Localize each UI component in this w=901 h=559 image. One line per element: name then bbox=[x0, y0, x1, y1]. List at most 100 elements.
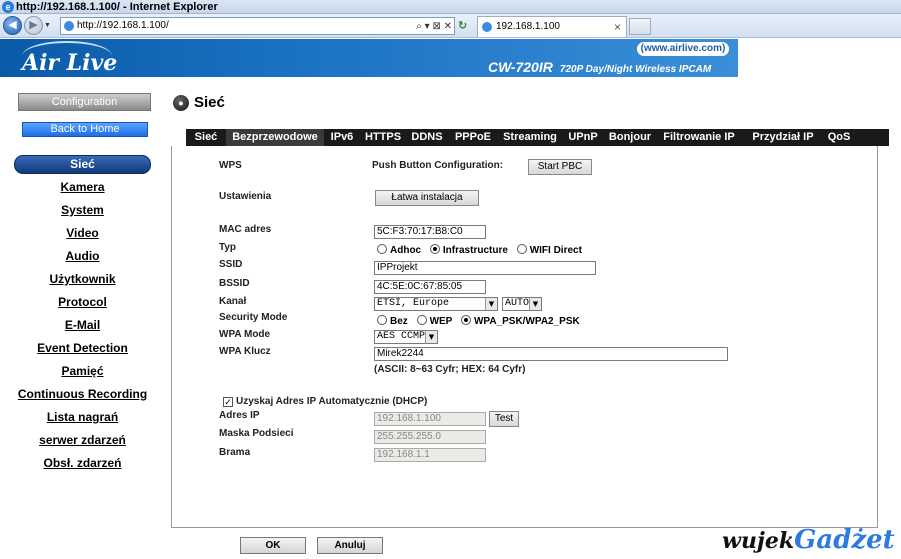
sidebar-item[interactable]: System bbox=[0, 203, 165, 217]
tab-item[interactable]: Bezprzewodowe bbox=[226, 129, 324, 146]
page-title: Sieć bbox=[194, 94, 225, 111]
tab-bar: Sieć Bezprzewodowe IPv6 HTTPS DDNS PPPoE Strea… bbox=[186, 129, 889, 146]
sidebar-item[interactable]: Lista nagrań bbox=[0, 410, 165, 424]
new-tab-button[interactable] bbox=[629, 18, 651, 35]
url-text: http://192.168.1.100/ bbox=[77, 20, 169, 31]
back-to-home-button[interactable]: Back to Home bbox=[22, 122, 148, 137]
airlive-logo: Air Live bbox=[22, 50, 118, 76]
tab-item[interactable]: IPv6 bbox=[324, 129, 360, 146]
airlive-banner: Air Live (www.airlive.com) CW-720IR 720P… bbox=[0, 39, 738, 77]
sidebar-item[interactable]: Event Detection bbox=[0, 341, 165, 355]
tab-item[interactable]: UPnP bbox=[562, 129, 604, 146]
channel-region-select[interactable]: ETSI, Europe ▼ bbox=[374, 297, 498, 311]
type-radio-adhoc[interactable] bbox=[377, 244, 387, 254]
tab-item[interactable]: HTTPS bbox=[360, 129, 406, 146]
sidebar-item[interactable]: Continuous Recording bbox=[0, 387, 165, 401]
watermark-logo: wujekGadżet bbox=[722, 525, 895, 555]
watermark-right: Gadżet bbox=[794, 525, 895, 555]
wpa-mode-label: WPA Mode bbox=[219, 329, 271, 340]
ssid-field[interactable]: IPProjekt bbox=[374, 261, 596, 275]
type-option-wifi-direct: WIFI Direct bbox=[529, 245, 582, 256]
back-nav-icon[interactable]: ◀ bbox=[3, 16, 22, 35]
sidebar-item[interactable]: Użytkownik bbox=[0, 272, 165, 286]
wpa-key-field[interactable]: Mirek2244 bbox=[374, 347, 728, 361]
browser-tab-title: 192.168.1.100 bbox=[496, 21, 560, 32]
bssid-label: BSSID bbox=[219, 278, 250, 289]
search-icon[interactable]: ⌕ ▾ ⊠ ✕ bbox=[416, 19, 452, 35]
security-option-wep: WEP bbox=[429, 316, 453, 327]
model-description: 720P Day/Night Wireless IPCAM bbox=[559, 64, 712, 75]
tab-item[interactable]: Sieć bbox=[186, 129, 226, 146]
subnet-mask-field[interactable]: 255.255.255.0 bbox=[374, 430, 486, 444]
wpa-key-label: WPA Klucz bbox=[219, 346, 271, 357]
security-radio-wpa[interactable] bbox=[460, 315, 471, 325]
address-bar: ◀ ▶ ▼ http://192.168.1.100/ ⌕ ▾ ⊠ ✕ ↻ 19… bbox=[0, 14, 901, 38]
sidebar-item[interactable]: Protocol bbox=[0, 295, 165, 309]
wpa-mode-select[interactable]: AES CCMP ▼ bbox=[374, 330, 438, 344]
channel-region-value: ETSI, Europe bbox=[377, 298, 450, 309]
tab-item[interactable]: DDNS bbox=[406, 129, 448, 146]
cancel-button[interactable]: Anuluj bbox=[317, 537, 383, 554]
gateway-label: Brama bbox=[219, 447, 251, 458]
type-radio-wifi-direct[interactable] bbox=[516, 244, 527, 254]
model-label: CW-720IR 720P Day/Night Wireless IPCAM bbox=[488, 59, 711, 75]
easy-setup-button[interactable]: Łatwa instalacja bbox=[375, 190, 479, 206]
test-button[interactable]: Test bbox=[489, 411, 519, 427]
ip-label: Adres IP bbox=[219, 410, 260, 421]
security-radio-none[interactable] bbox=[377, 315, 387, 325]
close-tab-icon[interactable]: × bbox=[614, 17, 621, 37]
dhcp-checkbox[interactable]: ✓ bbox=[223, 397, 233, 407]
model-name: CW-720IR bbox=[488, 59, 553, 75]
ip-field[interactable]: 192.168.1.100 bbox=[374, 412, 486, 426]
sidebar-item[interactable]: Pamięć bbox=[0, 364, 165, 378]
configuration-button[interactable]: Configuration bbox=[18, 93, 151, 111]
wps-label: WPS bbox=[219, 160, 242, 171]
browser-tab[interactable]: 192.168.1.100 × bbox=[477, 16, 627, 37]
bssid-field[interactable]: 4C:5E:0C:67:85:05 bbox=[374, 280, 486, 294]
tab-item[interactable]: Streaming bbox=[498, 129, 562, 146]
start-pbc-button[interactable]: Start PBC bbox=[528, 159, 592, 175]
sidebar-item-siec[interactable]: Sieć bbox=[14, 155, 151, 174]
type-option-adhoc: Adhoc bbox=[390, 245, 422, 256]
wpa-key-hint: (ASCII: 8~63 Cyfr; HEX: 64 Cyfr) bbox=[374, 364, 526, 375]
refresh-icon[interactable]: ↻ bbox=[458, 19, 467, 32]
sidebar-item[interactable]: Obsł. zdarzeń bbox=[0, 456, 165, 470]
type-option-infrastructure: Infrastructure bbox=[442, 245, 508, 256]
tab-item[interactable]: Bonjour bbox=[604, 129, 656, 146]
pbc-label: Push Button Configuration: bbox=[372, 160, 504, 171]
chevron-down-icon: ▼ bbox=[529, 298, 541, 310]
watermark-left: wujek bbox=[722, 528, 795, 554]
channel-value: AUTO bbox=[505, 298, 530, 309]
tab-item[interactable]: Przydział IP bbox=[742, 129, 824, 146]
sidebar-item[interactable]: Video bbox=[0, 226, 165, 240]
tab-item[interactable]: QoS bbox=[824, 129, 854, 146]
ssid-label: SSID bbox=[219, 259, 243, 270]
mac-field[interactable]: 5C:F3:70:17:B8:C0 bbox=[374, 225, 486, 239]
type-radio-infrastructure[interactable] bbox=[429, 244, 440, 254]
tab-item[interactable]: PPPoE bbox=[448, 129, 498, 146]
sidebar-item[interactable]: Kamera bbox=[0, 180, 165, 194]
history-dropdown-icon[interactable]: ▼ bbox=[44, 22, 51, 29]
sidebar-item[interactable]: Audio bbox=[0, 249, 165, 263]
url-input[interactable]: http://192.168.1.100/ ⌕ ▾ ⊠ ✕ bbox=[60, 17, 455, 35]
network-icon: ● bbox=[173, 95, 189, 111]
page-icon bbox=[64, 21, 74, 31]
forward-nav-icon[interactable]: ▶ bbox=[24, 16, 43, 35]
security-option-wpa: WPA_PSK/WPA2_PSK bbox=[473, 316, 580, 327]
ok-button[interactable]: OK bbox=[240, 537, 306, 554]
chevron-down-icon: ▼ bbox=[425, 331, 437, 343]
sidebar-item[interactable]: serwer zdarzeń bbox=[0, 433, 165, 447]
dhcp-label: Uzyskaj Adres IP Automatycznie (DHCP) bbox=[236, 396, 428, 407]
sidebar-item[interactable]: E-Mail bbox=[0, 318, 165, 332]
tab-item[interactable]: Filtrowanie IP bbox=[656, 129, 742, 146]
window-title-bar: e http://192.168.1.100/ - Internet Explo… bbox=[0, 0, 901, 14]
settings-label: Ustawienia bbox=[219, 191, 272, 202]
window-title: http://192.168.1.100/ - Internet Explore… bbox=[16, 1, 218, 13]
chevron-down-icon: ▼ bbox=[485, 298, 497, 310]
type-label: Typ bbox=[219, 242, 237, 253]
security-radio-wep[interactable] bbox=[416, 315, 427, 325]
ie-logo-icon: e bbox=[2, 1, 14, 13]
gateway-field[interactable]: 192.168.1.1 bbox=[374, 448, 486, 462]
channel-select[interactable]: AUTO ▼ bbox=[502, 297, 542, 311]
type-radio-group: Adhoc Infrastructure WIFI Direct bbox=[371, 244, 582, 256]
